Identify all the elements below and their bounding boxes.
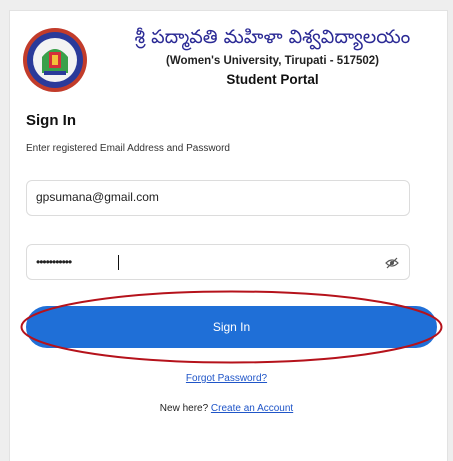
new-here-label: New here?: [159, 403, 209, 414]
create-account-link[interactable]: Create an Account: [211, 403, 293, 414]
university-name-telugu: శ్రీ పద్మావతి మహిళా విశ్వవిద్యాలయం: [134, 26, 411, 48]
forgot-password-row: Forgot Password?: [0, 373, 453, 384]
new-here-row: New here? Create an Account: [0, 403, 453, 414]
email-field[interactable]: [26, 180, 410, 216]
university-subtitle: (Women's University, Tirupati - 517502): [166, 55, 379, 67]
signin-description: Enter registered Email Address and Passw…: [26, 143, 230, 154]
eye-slash-icon[interactable]: [385, 256, 399, 270]
text-caret: [118, 255, 119, 270]
university-logo-icon: [23, 28, 87, 92]
email-input[interactable]: [36, 190, 376, 204]
portal-title: Student Portal: [226, 72, 319, 87]
sign-in-button[interactable]: Sign In: [26, 306, 437, 348]
signin-heading: Sign In: [26, 112, 76, 129]
forgot-password-link[interactable]: Forgot Password?: [186, 373, 267, 384]
password-field[interactable]: •••••••••••: [26, 244, 410, 280]
password-mask: •••••••••••: [36, 255, 72, 269]
